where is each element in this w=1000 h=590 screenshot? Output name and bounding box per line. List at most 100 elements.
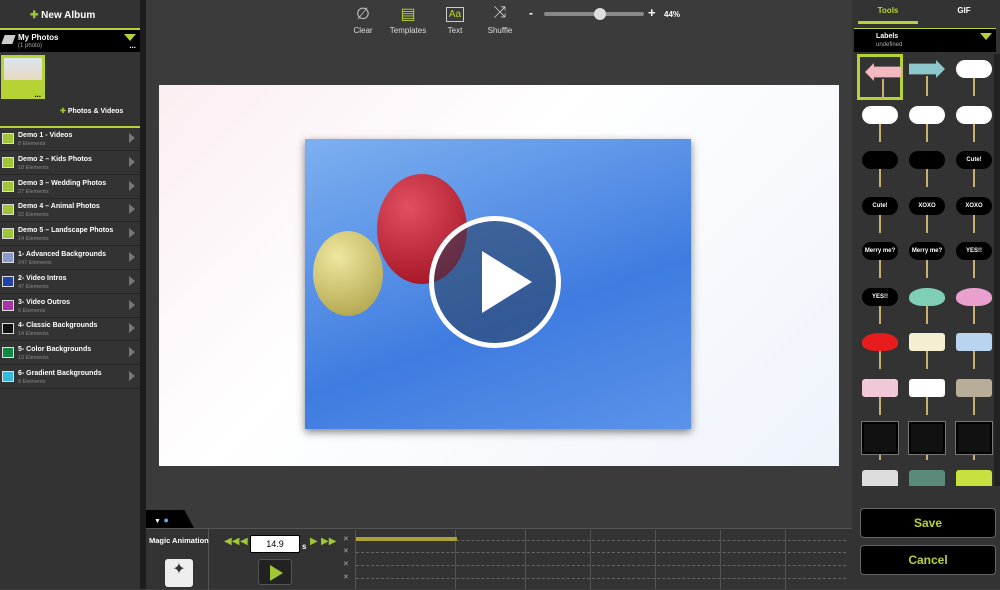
color-bg-icon [2,347,14,359]
tab-tools[interactable]: Tools [858,6,918,24]
demo-check-icon [2,133,14,144]
album-more-button[interactable]: ... [129,41,136,50]
magic-wand-button[interactable]: ✦ [165,559,193,587]
album-sidebar: ✚ New Album My Photos (1 photo) ... ... … [0,0,140,589]
new-album-button[interactable]: ✚ New Album [0,0,140,28]
forward-end-button[interactable]: ▶▶ [321,536,336,547]
sticker-cloud[interactable]: Cute! [951,145,994,191]
chevron-right-icon[interactable] [129,133,135,143]
sticker-rect[interactable] [951,373,994,419]
remove-track-icon[interactable]: ✕ [343,547,349,555]
sticker-rect[interactable] [904,327,950,373]
remove-track-icon[interactable]: ✕ [343,560,349,568]
chevron-right-icon[interactable] [129,347,135,358]
chevron-right-icon[interactable] [129,228,135,239]
sticker-frame[interactable] [951,418,994,464]
zoom-slider-handle[interactable] [594,8,606,20]
chevron-right-icon[interactable] [129,156,135,167]
sticker-category-dropdown[interactable]: Labels undefined [854,28,996,52]
sticker-cloud[interactable] [857,145,903,191]
sticker-heart[interactable] [951,282,994,328]
templates-button[interactable]: ▤ Templates [386,4,430,35]
sticker-arrow-left[interactable] [857,54,903,100]
sticker-heart[interactable] [857,327,903,373]
chevron-right-icon[interactable] [129,275,135,286]
save-button[interactable]: Save [860,508,996,538]
sticker-rect[interactable] [857,373,903,419]
step-forward-button[interactable]: ▶ [310,536,318,547]
sidebar-scrollbar[interactable] [140,0,146,589]
sidebar-item[interactable]: 5- Color Backgrounds 13 Elements [0,342,140,366]
chevron-down-icon[interactable] [124,34,136,41]
photo-thumbnail[interactable]: ... [1,55,45,99]
chevron-right-icon[interactable] [129,204,135,215]
sidebar-item[interactable]: 1- Advanced Backgrounds 247 Elements [0,247,140,270]
sidebar-item[interactable]: Demo 2 – Kids Photos 18 Elements [0,152,140,175]
sticker-rect[interactable] [951,464,994,486]
sidebar-item[interactable]: Demo 3 – Wedding Photos 27 Elements [0,176,140,199]
zoom-slider[interactable] [544,8,644,20]
step-back-button[interactable]: ◀ [240,536,248,547]
video-intro-icon [2,275,14,287]
thumb-more-button[interactable]: ... [34,90,41,99]
sidebar-item[interactable]: 2- Video Intros 47 Elements [0,271,140,294]
sticker-cloud[interactable]: YES!! [857,282,903,328]
timeline-track[interactable] [356,565,846,566]
demo-check-icon [2,156,14,168]
sticker-heart[interactable] [904,282,950,328]
sticker-cloud[interactable]: Merry me? [857,236,903,282]
sticker-cloud[interactable]: YES!! [951,236,994,282]
zoom-in-button[interactable]: + [648,5,656,20]
sticker-cloud[interactable]: Merry me? [904,236,950,282]
remove-track-icon[interactable]: ✕ [343,535,349,543]
sticker-rect[interactable] [951,327,994,373]
sticker-rect[interactable] [904,464,950,486]
sticker-frame[interactable] [904,418,950,464]
sticker-rect[interactable] [904,373,950,419]
sidebar-item[interactable]: Demo 5 – Landscape Photos 14 Elements [0,223,140,247]
add-photos-videos-button[interactable]: ✚ Photos & Videos [60,107,123,115]
text-button[interactable]: Aa Text [442,4,468,35]
chevron-right-icon[interactable] [129,371,135,381]
sidebar-item[interactable]: Demo 4 – Animal Photos 22 Elements [0,199,140,223]
sticker-scrollbar[interactable] [994,54,1000,486]
chevron-right-icon[interactable] [129,299,135,310]
sidebar-item[interactable]: Demo 1 - Videos 8 Elements [0,128,140,151]
timeline-track[interactable] [356,552,846,553]
chevron-right-icon[interactable] [129,323,135,334]
remove-track-icon[interactable]: ✕ [343,573,349,581]
sticker-bubble[interactable] [951,100,994,146]
sidebar-item[interactable]: 6- Gradient Backgrounds 9 Elements [0,366,140,389]
chevron-down-icon: ▼ [154,518,161,525]
timeline-toggle-tab[interactable]: ▼ ● [146,510,194,528]
chevron-right-icon[interactable] [129,252,135,262]
chevron-right-icon[interactable] [129,180,135,191]
cancel-button[interactable]: Cancel [860,545,996,575]
sticker-bubble[interactable] [904,145,950,191]
sidebar-item[interactable]: 4- Classic Backgrounds 14 Elements [0,318,140,342]
play-button[interactable] [258,559,292,585]
magic-wand-icon: ✦ [172,561,186,578]
play-video-icon[interactable] [429,216,561,348]
sticker-grid: Cute! Cute! XOXO XOXO Merry me? Merry me? YES!… [854,54,994,486]
sticker-frame[interactable] [857,418,903,464]
sticker-cloud[interactable] [951,54,994,100]
animation-clip-bar[interactable] [356,537,457,541]
clear-button[interactable]: ∅ Clear [350,4,376,35]
shuffle-button[interactable]: ⤨ Shuffle [484,4,516,35]
demo-check-icon [2,180,14,192]
sticker-rect[interactable] [857,464,903,486]
sticker-cloud[interactable] [857,100,903,146]
zoom-out-button[interactable]: - [529,6,533,20]
sticker-cloud[interactable]: XOXO [904,191,950,237]
sticker-cloud[interactable]: Cute! [857,191,903,237]
album-my-photos[interactable]: My Photos (1 photo) ... [0,28,140,52]
sidebar-item[interactable]: 3- Video Outros 6 Elements [0,295,140,318]
tab-gif[interactable]: GIF [934,6,994,15]
sticker-bubble[interactable] [904,100,950,146]
sticker-arrow-right[interactable] [904,54,950,100]
sticker-cloud[interactable]: XOXO [951,191,994,237]
time-input[interactable]: 14.9 [250,535,300,553]
rewind-start-button[interactable]: ◀◀ [224,536,239,547]
timeline-track[interactable] [356,578,846,579]
